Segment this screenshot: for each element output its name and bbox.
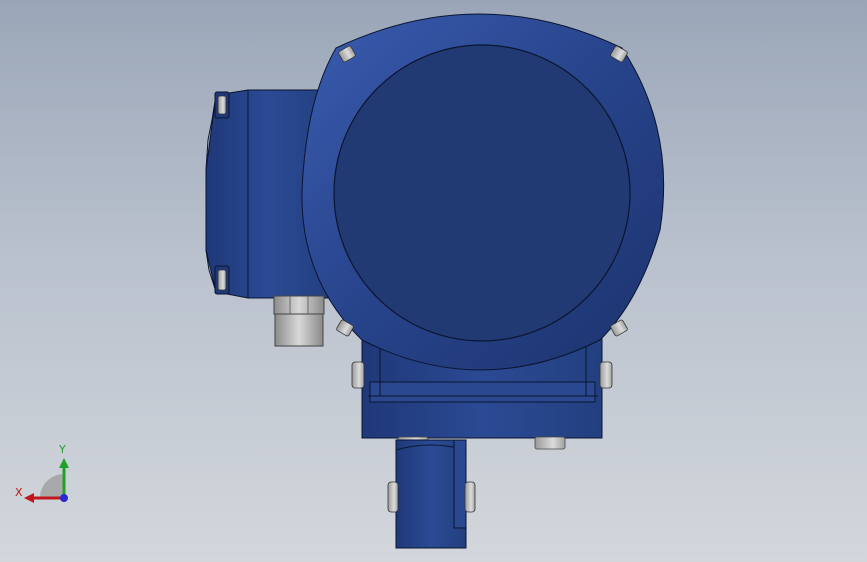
z-axis-dot [60,494,68,502]
triad-plane-arc [40,474,64,498]
coordinate-triad: Y X [12,440,82,510]
y-axis-arrowhead [59,458,69,468]
process-connection[interactable] [387,439,476,549]
3d-model-view[interactable] [0,0,867,562]
triad-graphic [24,458,69,503]
graphics-viewport[interactable]: Y X [0,0,867,562]
x-axis-label: X [15,486,23,499]
front-cover[interactable] [333,44,631,342]
x-axis-arrowhead [24,493,34,503]
y-axis-label: Y [59,443,66,456]
cable-gland-nut[interactable] [273,295,325,347]
